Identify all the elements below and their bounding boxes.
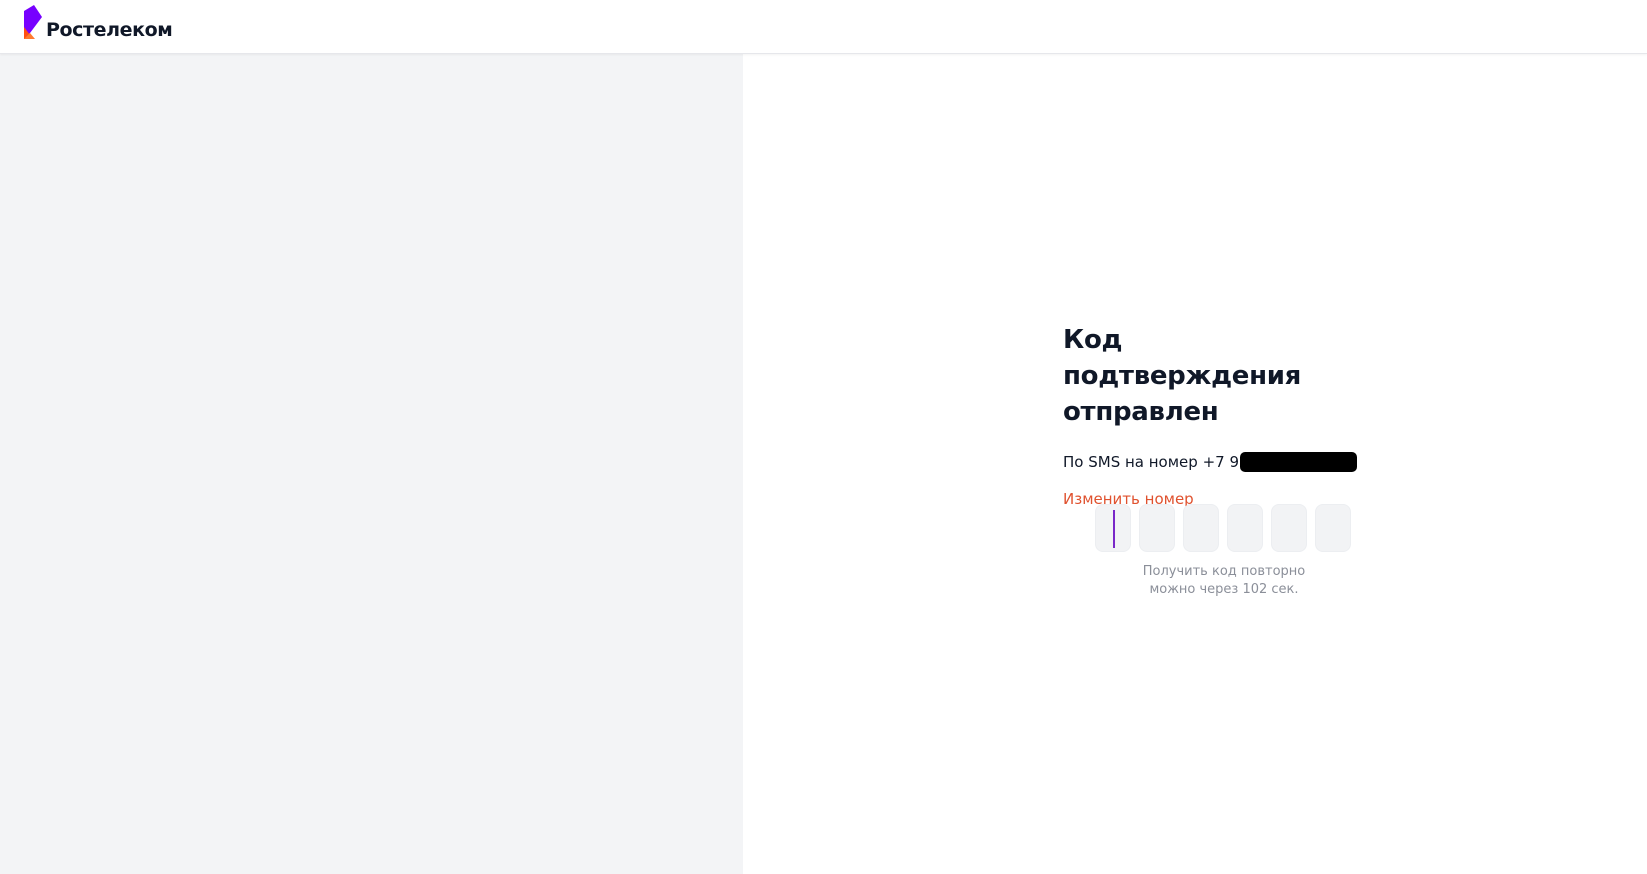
code-digit-input-5[interactable] [1271,504,1307,552]
code-digit-input-6[interactable] [1315,504,1351,552]
page-title: Код подтверждения отправлен [1063,322,1363,430]
rostelecom-logo-icon [24,5,42,39]
phone-number-redaction [1240,452,1357,472]
code-input-group [1095,504,1351,552]
page-title-line-2: отправлен [1063,397,1219,427]
sms-info: По SMS на номер +7 9 [1063,452,1363,472]
resend-timer-line-1: Получить код повторно [1142,564,1306,579]
sms-confirmation-form: Код подтверждения отправлен По SMS на но… [1063,322,1363,509]
text-caret [1113,510,1115,548]
resend-timer: Получить код повторно можно через 102 се… [1095,563,1353,599]
logo-text: Ростелеком [46,18,173,41]
rostelecom-logo[interactable]: Ростелеком [22,5,173,43]
resend-timer-line-2: можно через 102 сек. [1149,582,1299,597]
code-digit-input-4[interactable] [1227,504,1263,552]
site-header: Ростелеком [0,0,1647,54]
sms-info-text: По SMS на номер +7 9 [1063,453,1239,471]
left-panel [0,54,743,874]
code-digit-input-3[interactable] [1183,504,1219,552]
code-digit-input-1[interactable] [1095,504,1131,552]
page-title-line-1: Код подтверждения [1063,325,1302,391]
code-digit-input-2[interactable] [1139,504,1175,552]
